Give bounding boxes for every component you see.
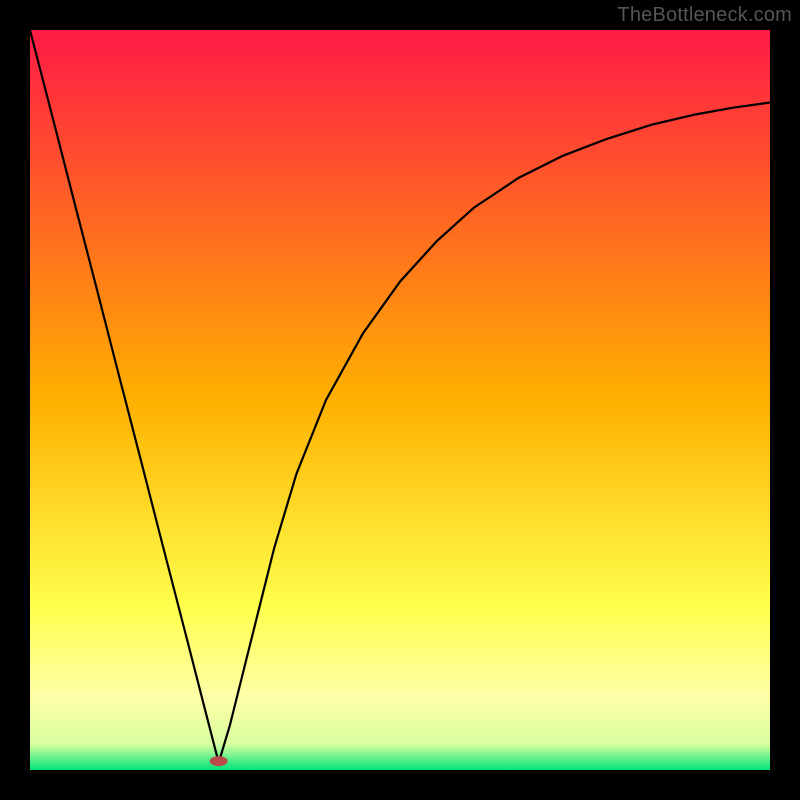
chart-background (30, 30, 770, 770)
chart-svg (30, 30, 770, 770)
minimum-marker (210, 756, 228, 766)
chart-frame (30, 30, 770, 770)
watermark-text: TheBottleneck.com (617, 4, 792, 27)
